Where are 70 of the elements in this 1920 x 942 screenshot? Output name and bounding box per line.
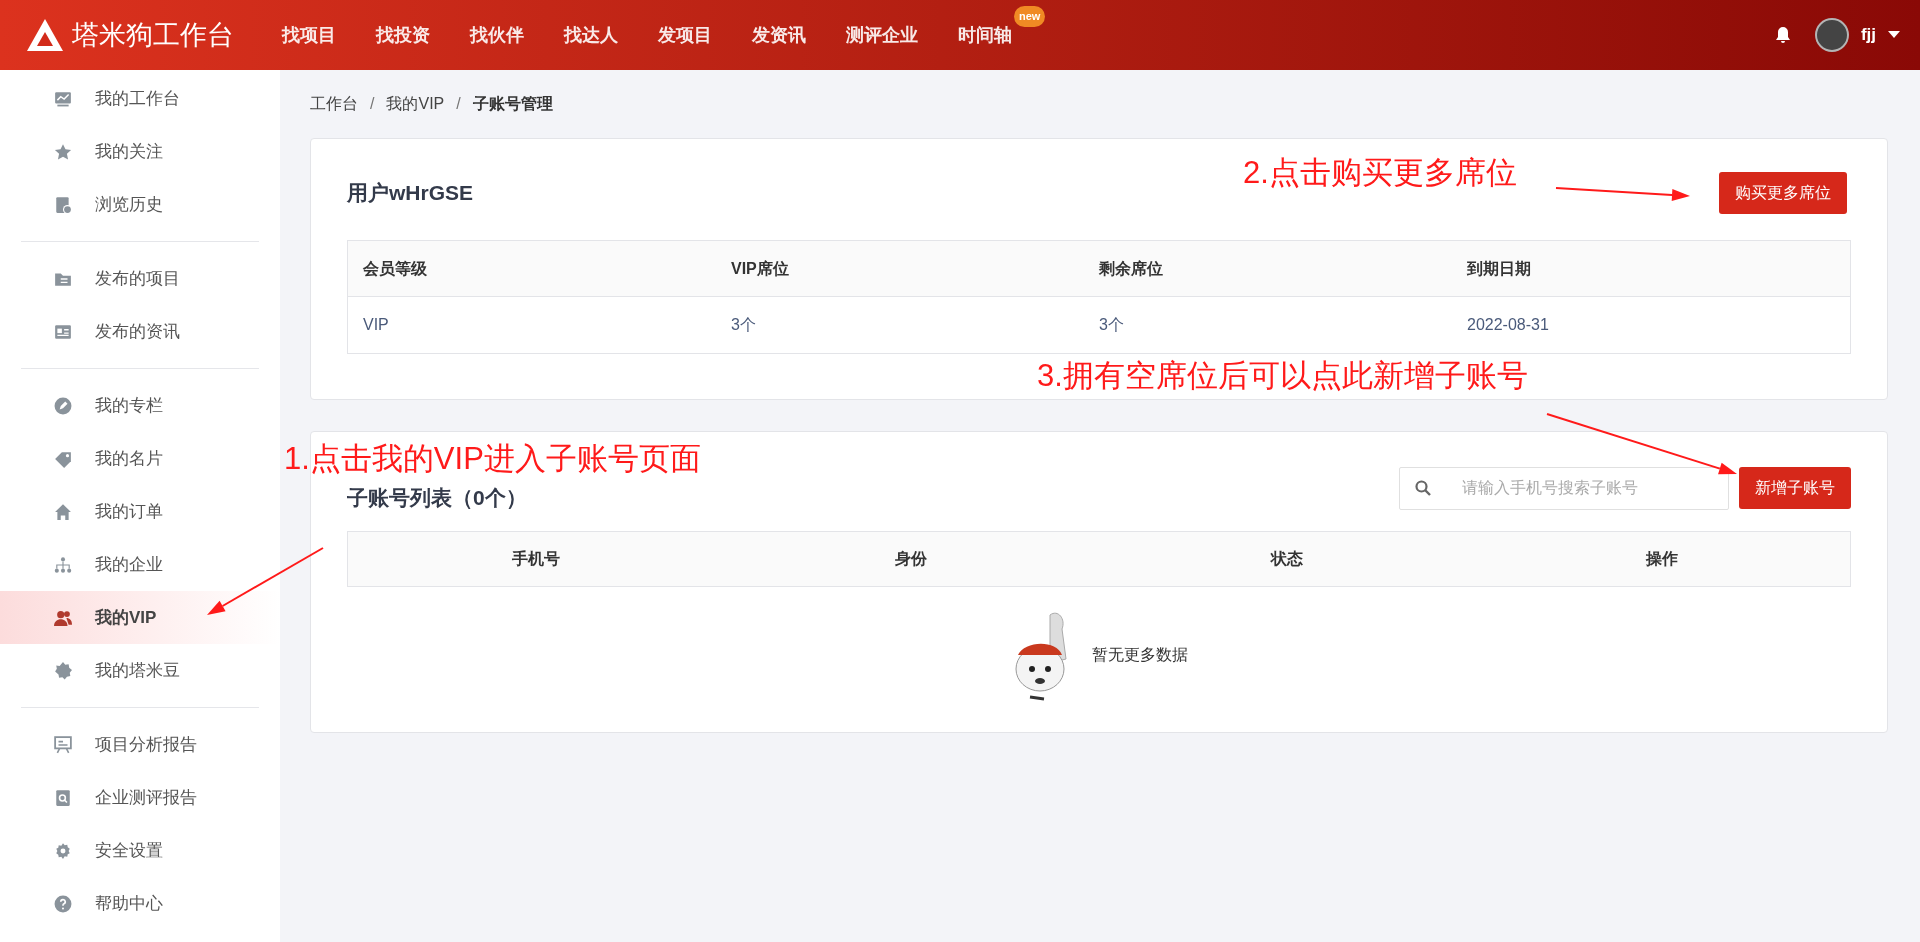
column-header: VIP席位 xyxy=(731,258,790,279)
tag-icon xyxy=(54,449,72,468)
breadcrumb-link[interactable]: 工作台 xyxy=(310,92,358,116)
sidebar-item[interactable]: 我的订单 xyxy=(0,485,280,538)
bell-icon[interactable] xyxy=(1774,26,1791,44)
column-header: 会员等级 xyxy=(363,258,428,279)
sidebar-item[interactable]: 我的工作台 xyxy=(0,72,280,125)
nav-link[interactable]: 找达人 xyxy=(564,21,618,49)
card-title: 子账号列表（0个） xyxy=(347,485,527,512)
breadcrumb-separator: / xyxy=(370,94,375,114)
pen-icon xyxy=(54,396,72,415)
sidebar-item[interactable]: 发布的项目 xyxy=(0,252,280,305)
badge-icon xyxy=(54,661,72,680)
table-cell-text: 3个 xyxy=(1099,315,1125,335)
column-header: 身份 xyxy=(894,549,929,569)
chart-icon xyxy=(54,89,72,108)
new-badge: new xyxy=(1014,5,1046,27)
star-icon xyxy=(54,142,72,161)
sidebar-item[interactable]: 我的名片 xyxy=(0,432,280,485)
caret-icon[interactable] xyxy=(1888,31,1900,39)
sidebar-item[interactable]: 我的关注 xyxy=(0,125,280,178)
sidebar-item[interactable]: 我的企业 xyxy=(0,538,280,591)
buy-seats-button[interactable]: 购买更多席位 xyxy=(1719,172,1847,214)
nav-link[interactable]: 发资讯 xyxy=(752,21,806,49)
sidebar-item[interactable]: 帮助中心 xyxy=(0,877,280,930)
nav-link[interactable]: 发项目 xyxy=(658,21,712,49)
sidebar-item[interactable]: 我的专栏 xyxy=(0,379,280,432)
org-chart-icon xyxy=(54,555,72,574)
breadcrumb-current: 子账号管理 xyxy=(472,94,553,114)
search-icon xyxy=(1415,479,1431,496)
column-header: 状态 xyxy=(1269,549,1304,569)
sidebar-item[interactable]: 项目分析报告 xyxy=(0,718,280,771)
annotation-text: 2.点击购买更多席位 xyxy=(1243,157,1517,188)
column-header: 操作 xyxy=(1644,549,1680,569)
user-name[interactable]: fjj xyxy=(1860,22,1876,48)
home-icon xyxy=(54,502,72,521)
table-cell-text: 2022-08-31 xyxy=(1467,315,1550,335)
sidebar-item[interactable]: 安全设置 xyxy=(0,824,280,877)
settings-icon xyxy=(54,841,72,860)
empty-message: 暂无更多数据 xyxy=(1092,645,1188,665)
sidebar-item[interactable]: 浏览历史 xyxy=(0,178,280,231)
column-header: 到期日期 xyxy=(1467,258,1532,279)
sidebar-item[interactable]: 发布的资讯 xyxy=(0,305,280,358)
nav-link[interactable]: 找伙伴 xyxy=(470,21,524,49)
nav-link[interactable]: 找项目 xyxy=(282,21,336,49)
search-field[interactable]: 请输入手机号搜索子账号 xyxy=(1399,466,1729,510)
annotation-text: 3.拥有空席位后可以点此新增子账号 xyxy=(1037,360,1528,391)
breadcrumb-separator: / xyxy=(456,94,461,114)
document-search-icon xyxy=(54,788,72,807)
history-icon xyxy=(54,195,72,214)
help-icon xyxy=(54,894,72,913)
avatar[interactable] xyxy=(1814,18,1849,52)
column-header: 手机号 xyxy=(510,549,561,569)
card-title: 用户wHrGSE xyxy=(347,180,474,207)
table-cell-text: VIP xyxy=(363,315,390,335)
presentation-icon xyxy=(54,735,72,754)
column-header: 剩余席位 xyxy=(1099,258,1164,279)
logo-icon xyxy=(26,18,64,52)
sidebar-item[interactable]: 企业测评报告 xyxy=(0,771,280,824)
nav-link[interactable]: 找投资 xyxy=(376,21,430,49)
nav-link[interactable]: 时间轴 xyxy=(958,21,1012,49)
news-icon xyxy=(54,322,72,341)
users-icon xyxy=(54,608,72,627)
logo-text[interactable]: 塔米狗工作台 xyxy=(72,14,234,56)
table-cell-text: 3个 xyxy=(731,315,757,335)
nav-link[interactable]: 测评企业 xyxy=(846,21,918,49)
breadcrumb-link[interactable]: 我的VIP xyxy=(386,92,445,116)
add-sub-account-button[interactable]: 新增子账号 xyxy=(1739,467,1851,509)
annotation-text: 1.点击我的VIP进入子账号页面 xyxy=(284,443,701,474)
sidebar-item[interactable]: 我的塔米豆 xyxy=(0,644,280,697)
